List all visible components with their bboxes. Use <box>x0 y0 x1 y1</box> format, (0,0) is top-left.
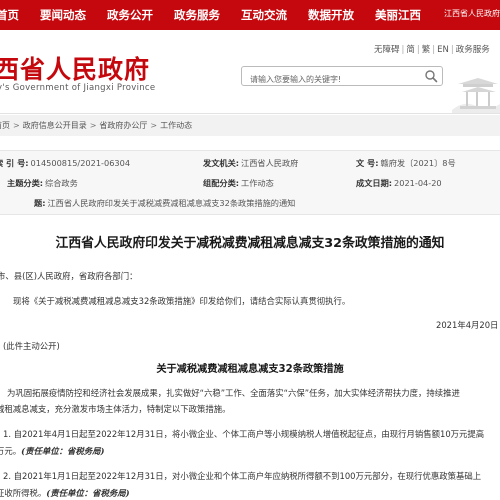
meta-subject-value: 江西省人民政府印发关于减税减费减租减息减支32条政策措施的通知 <box>47 198 296 208</box>
utility-links: 无障碍 | 简 | 繁 | EN | 政务服务 <box>374 43 490 55</box>
breadcrumb: 首页 > 政府信息公开目录 > 省政府办公厅 > 工作动态 <box>0 115 500 136</box>
meta-docno-label: 文 号: <box>356 158 379 168</box>
nav-beautiful-jiangxi[interactable]: 美丽江西 <box>375 7 421 23</box>
item2-responsible-unit: (责任单位：省税务局) <box>46 488 130 498</box>
disclosure-note: (此件主动公开) <box>3 341 60 351</box>
meta-index: 索 引 号:014500815/2021-06304 <box>0 157 130 169</box>
item2-line1: 2. 自2021年1月1日起至2022年12月31日，对小微企业和个体工商户年应… <box>3 471 482 481</box>
nav-open-data[interactable]: 数据开放 <box>308 7 354 23</box>
site-header: 西省人民政府 y's Government of Jiangxi Provinc… <box>0 30 500 114</box>
meta-docno-value: 赣府发〔2021〕8号 <box>380 158 456 168</box>
gov-services-link[interactable]: 政务服务 <box>456 45 490 55</box>
meta-category-label: 组配分类: <box>203 178 240 188</box>
pavilion-icon <box>452 78 500 114</box>
accessibility-link[interactable]: 无障碍 <box>374 45 400 55</box>
nav-right-text: 江西省人民政府 <box>444 9 500 18</box>
meta-date: 成文日期: 2021-04-20 <box>356 177 442 189</box>
search-icon[interactable] <box>424 69 438 83</box>
english-link[interactable]: EN <box>437 45 449 55</box>
meta-issuer: 发文机关: 江西省人民政府 <box>203 157 298 169</box>
site-logo-title[interactable]: 西省人民政府 <box>0 50 150 86</box>
search-input[interactable] <box>250 71 410 88</box>
meta-date-value: 2021-04-20 <box>394 178 442 188</box>
item1-line2: 万元。(责任单位：省税务局) <box>0 445 104 457</box>
breadcrumb-work-news[interactable]: 工作动态 <box>160 120 192 131</box>
divider: | <box>401 45 405 55</box>
divider: | <box>416 45 420 55</box>
meta-docno: 文 号: 赣府发〔2021〕8号 <box>356 157 456 169</box>
breadcrumb-general-office[interactable]: 省政府办公厅 <box>99 120 147 131</box>
item1-line2-text: 万元。 <box>0 446 22 456</box>
item2-line2-text: 征收所得税。 <box>0 488 47 498</box>
item2-line2: 征收所得税。(责任单位：省税务局) <box>0 487 130 499</box>
meta-issuer-value: 江西省人民政府 <box>241 158 299 168</box>
breadcrumb-separator: > <box>150 121 158 130</box>
top-nav: 首页 要闻动态 政务公开 政务服务 互动交流 数据开放 美丽江西 江西省人民政府 <box>0 0 500 30</box>
meta-topic: 主题分类: 综合政务 <box>7 177 78 189</box>
breadcrumb-separator: > <box>13 121 20 130</box>
meta-index-value: 014500815/2021-06304 <box>30 158 131 168</box>
item1-line1: 1. 自2021年4月1日起至2022年12月31日，将小微企业、个体工商户等小… <box>3 429 485 439</box>
meta-topic-value: 综合政务 <box>45 178 78 188</box>
meta-category: 组配分类: 工作动态 <box>203 177 274 189</box>
header-divider <box>0 113 500 114</box>
divider: | <box>432 45 436 55</box>
page-title: 江西省人民政府印发关于减税减费减租减息减支32条政策措施的通知 <box>55 236 445 251</box>
search-box <box>241 66 443 88</box>
meta-category-value: 工作动态 <box>241 178 274 188</box>
nav-gov-services[interactable]: 政务服务 <box>174 7 220 23</box>
salutation: 市、县(区)人民政府，省政府各部门： <box>0 271 138 281</box>
divider: | <box>450 45 454 55</box>
breadcrumb-separator: > <box>89 121 97 130</box>
nav-home[interactable]: 首页 <box>0 7 19 23</box>
meta-subject-label: 题: <box>34 198 46 208</box>
issue-date: 2021年4月20日 <box>436 320 499 330</box>
lead-paragraph-line2: 减租减息减支，充分激发市场主体活力，特制定以下政策措施。 <box>0 404 231 414</box>
site-logo-subtitle: y's Government of Jiangxi Province <box>0 83 156 93</box>
document-meta: 索 引 号:014500815/2021-06304 发文机关:江西省人民政府 … <box>0 150 500 215</box>
simplified-link[interactable]: 简 <box>406 45 415 55</box>
nav-public-affairs[interactable]: 政务公开 <box>107 7 153 23</box>
traditional-link[interactable]: 繁 <box>422 45 431 55</box>
meta-topic-label: 主题分类: <box>7 178 44 188</box>
intro-paragraph: 现将《关于减税减费减租减息减支32条政策措施》印发给你们，请结合实际认真贯彻执行… <box>13 296 351 306</box>
meta-index-label: 索 引 号: <box>0 158 29 168</box>
item1-responsible-unit: (责任单位：省税务局) <box>21 446 105 456</box>
meta-issuer-label: 发文机关: <box>203 158 240 168</box>
meta-date-label: 成文日期: <box>356 178 393 188</box>
breadcrumb-home[interactable]: 首页 <box>0 120 10 131</box>
lead-paragraph-line1: 为巩固拓展疫情防控和经济社会发展成果，扎实做好“六稳”工作、全面落实“六保”任务… <box>7 388 460 398</box>
nav-interaction[interactable]: 互动交流 <box>241 7 287 23</box>
section-title: 关于减税减费减租减息减支32条政策措施 <box>156 364 344 375</box>
breadcrumb-info-catalog[interactable]: 政府信息公开目录 <box>23 120 87 131</box>
meta-subject: 题: 江西省人民政府印发关于减税减费减租减息减支32条政策措施的通知 <box>34 197 295 209</box>
nav-news[interactable]: 要闻动态 <box>40 7 86 23</box>
